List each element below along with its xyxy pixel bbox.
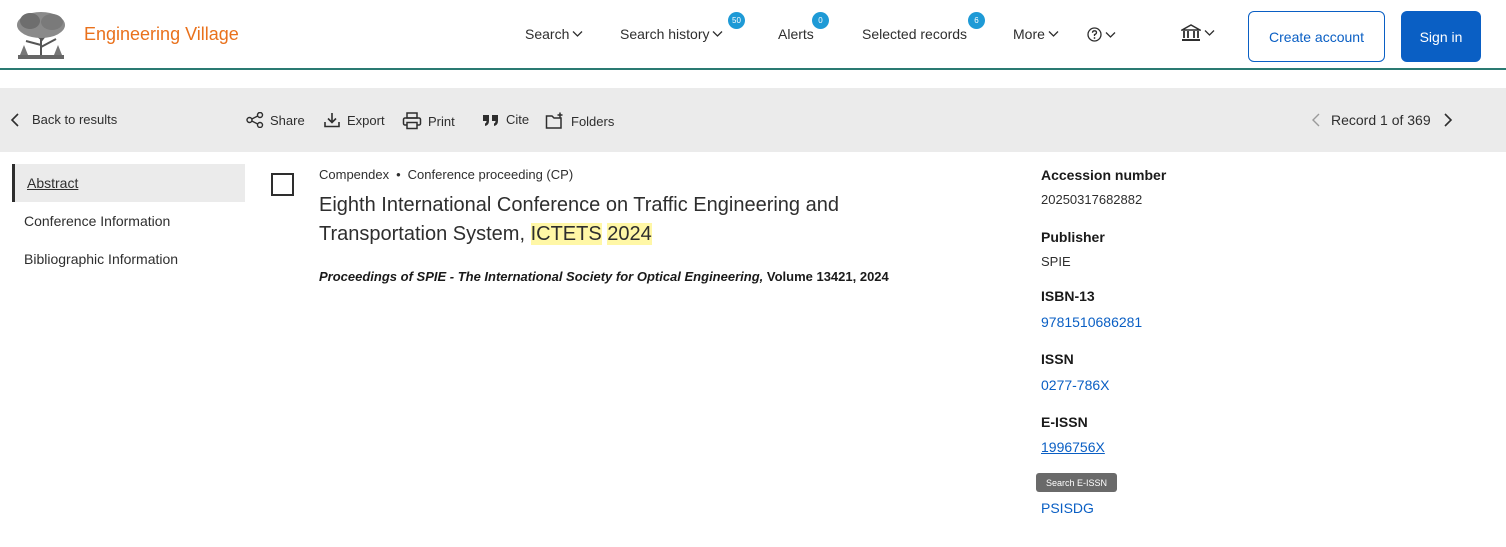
sidebar-item-bibliographic-information[interactable]: Bibliographic Information — [12, 240, 245, 278]
record-source: Proceedings of SPIE - The International … — [319, 269, 889, 284]
document-type: Conference proceeding (CP) — [407, 167, 574, 182]
record-position: Record 1 of 369 — [1331, 112, 1431, 128]
print-icon — [402, 112, 422, 130]
nav-search-history-label: Search history — [620, 26, 710, 42]
eissn-label: E-ISSN — [1041, 414, 1088, 430]
folders-label: Folders — [571, 113, 615, 129]
cite-button[interactable]: Cite — [482, 112, 529, 127]
brand-name[interactable]: Engineering Village — [84, 24, 239, 45]
eissn-link[interactable]: 1996756X — [1041, 439, 1105, 455]
print-label: Print — [428, 113, 455, 129]
elsevier-tree-logo[interactable] — [12, 9, 70, 63]
selected-records-count-badge: 6 — [968, 12, 985, 29]
nav-selected-records-label: Selected records — [862, 26, 968, 42]
share-icon — [246, 112, 264, 128]
separator-dot: • — [396, 167, 401, 182]
create-account-button[interactable]: Create account — [1248, 11, 1385, 62]
highlighted-term: ICTETS — [530, 223, 602, 245]
source-volume: Volume 13421, 2024 — [766, 269, 889, 284]
export-icon — [324, 113, 340, 128]
issn-label: ISSN — [1041, 351, 1074, 367]
quote-icon — [483, 114, 498, 126]
cite-label: Cite — [506, 112, 530, 127]
share-label: Share — [270, 112, 305, 128]
nav-selected-records[interactable]: Selected records — [862, 26, 967, 42]
search-eissn-tooltip: Search E-ISSN — [1036, 473, 1117, 492]
chevron-left-icon — [10, 112, 19, 127]
nav-search-label: Search — [525, 26, 570, 42]
nav-alerts[interactable]: Alerts — [778, 26, 814, 42]
source-title: Proceedings of SPIE - The International … — [319, 269, 764, 284]
accession-number-label: Accession number — [1041, 167, 1167, 183]
institution-icon — [1181, 24, 1201, 41]
record-toolbar: Back to results Share Export Print Cite — [0, 88, 1506, 152]
issn-link[interactable]: 0277-786X — [1041, 377, 1110, 393]
institution-menu[interactable] — [1181, 24, 1215, 42]
nav-search[interactable]: Search — [525, 26, 583, 42]
chevron-down-icon — [1105, 31, 1116, 38]
folders-button[interactable]: Folders — [545, 112, 614, 130]
publisher-label: Publisher — [1041, 229, 1105, 245]
export-label: Export — [347, 112, 385, 128]
help-icon — [1087, 27, 1102, 42]
accession-number-value: 20250317682882 — [1041, 192, 1143, 207]
chevron-down-icon — [1048, 31, 1059, 37]
coden-link[interactable]: PSISDG — [1041, 500, 1094, 516]
sign-in-button[interactable]: Sign in — [1401, 11, 1481, 62]
sidebar-item-abstract[interactable]: Abstract — [12, 164, 245, 202]
isbn-link[interactable]: 9781510686281 — [1041, 314, 1142, 330]
back-to-results-link[interactable]: Back to results — [10, 112, 117, 127]
nav-alerts-label: Alerts — [778, 26, 814, 42]
help-menu[interactable] — [1087, 27, 1116, 42]
next-record-icon[interactable] — [1443, 113, 1453, 127]
select-record-checkbox[interactable] — [271, 173, 294, 196]
database-name: Compendex — [319, 167, 390, 182]
back-to-results-label: Back to results — [32, 112, 118, 127]
search-history-count-badge: 50 — [728, 12, 745, 29]
chevron-down-icon — [1204, 30, 1215, 36]
nav-more[interactable]: More — [1013, 26, 1059, 42]
chevron-down-icon — [572, 31, 583, 37]
print-button[interactable]: Print — [402, 112, 455, 130]
nav-more-label: More — [1013, 26, 1045, 42]
highlighted-term: 2024 — [607, 223, 652, 245]
alerts-count-badge: 0 — [812, 12, 829, 29]
folder-add-icon — [545, 112, 563, 129]
sidebar-item-conference-information[interactable]: Conference Information — [12, 202, 245, 240]
publisher-value: SPIE — [1041, 254, 1071, 269]
previous-record-icon[interactable] — [1311, 113, 1321, 127]
record-meta: Compendex • Conference proceeding (CP) — [319, 167, 573, 182]
isbn-label: ISBN-13 — [1041, 288, 1095, 304]
export-button[interactable]: Export — [323, 112, 385, 128]
nav-search-history[interactable]: Search history — [620, 26, 723, 42]
chevron-down-icon — [713, 31, 723, 37]
share-button[interactable]: Share — [246, 112, 305, 128]
record-title: Eighth International Conference on Traff… — [319, 191, 859, 249]
top-header: Engineering Village Search Search histor… — [0, 0, 1506, 70]
record-pagination: Record 1 of 369 — [1311, 112, 1453, 128]
